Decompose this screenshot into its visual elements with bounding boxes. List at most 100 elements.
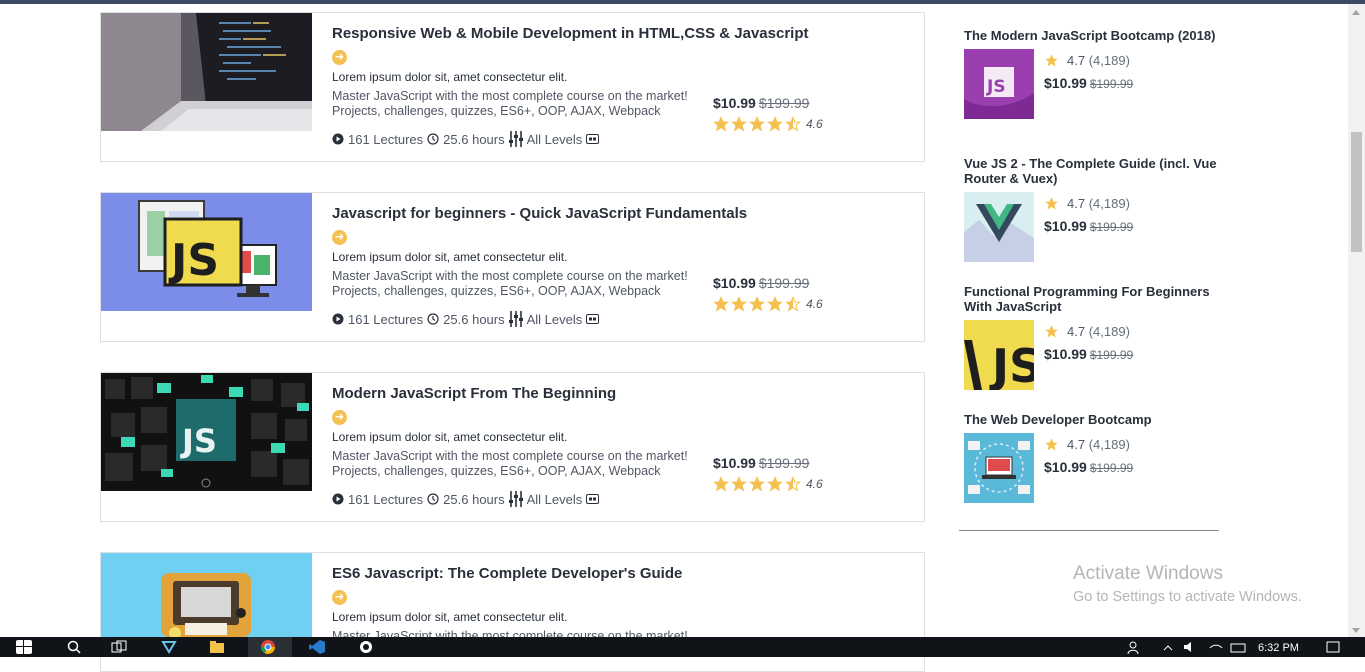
sidebar-course[interactable]: The Web Developer Bootcamp 4.7 (4,189) $… [964, 412, 1224, 503]
app-icon[interactable] [358, 640, 374, 654]
current-price: $10.99 [1044, 459, 1087, 475]
course-hours: 25.6 hours [443, 131, 505, 147]
sidebar-course[interactable]: The Modern JavaScript Bootcamp (2018) JS… [964, 28, 1224, 119]
play-circle-icon [332, 493, 344, 505]
star-icon [767, 296, 783, 312]
course-title[interactable]: ES6 Javascript: The Complete Developer's… [332, 565, 682, 582]
course-thumbnail[interactable] [101, 13, 312, 131]
windows-start-icon[interactable] [16, 640, 32, 654]
arrow-right-icon[interactable]: ➜ [332, 410, 347, 425]
closed-captions-icon [586, 314, 600, 324]
course-title[interactable]: Responsive Web & Mobile Development in H… [332, 25, 809, 42]
scroll-up-arrow-icon[interactable] [1352, 10, 1360, 15]
original-price: $199.99 [758, 95, 810, 111]
chevron-up-icon[interactable] [1160, 640, 1176, 654]
course-card[interactable]: Responsive Web & Mobile Development in H… [100, 12, 925, 162]
course-thumbnail[interactable]: JS [101, 193, 312, 311]
people-icon[interactable] [1125, 640, 1141, 654]
sidebar-course-thumbnail[interactable]: JS [964, 320, 1034, 390]
watermark-title: Activate Windows [1073, 563, 1223, 584]
notifications-icon[interactable] [1325, 640, 1341, 654]
arrow-right-icon[interactable]: ➜ [332, 50, 347, 65]
search-icon[interactable] [66, 640, 82, 654]
clock-icon [427, 493, 439, 505]
star-icon [713, 476, 729, 492]
volume-icon[interactable] [1182, 640, 1198, 654]
course-meta: 161 Lectures 25.6 hours All Levels [332, 491, 600, 507]
current-price: $10.99 [1044, 346, 1087, 362]
star-icon [713, 116, 729, 132]
sidebar-course[interactable]: Functional Programming For Beginners Wit… [964, 284, 1224, 390]
rating-value: 4.6 [806, 297, 823, 311]
star-icon [767, 476, 783, 492]
lectures-count: 161 Lectures [348, 311, 424, 327]
star-icon [713, 296, 729, 312]
course-meta: 161 Lectures 25.6 hours All Levels [332, 131, 600, 147]
course-price: $10.99 $199.99 [713, 275, 809, 293]
sidebar-course-title[interactable]: The Web Developer Bootcamp [964, 412, 1224, 427]
network-icon[interactable] [1208, 640, 1224, 654]
thumb-js-text: JS [989, 339, 1034, 390]
course-thumbnail[interactable]: JS [101, 373, 312, 491]
task-view-icon[interactable] [111, 640, 127, 654]
course-hours: 25.6 hours [443, 491, 505, 507]
original-price: $199.99 [1089, 77, 1134, 91]
course-description: Master JavaScript with the most complete… [332, 449, 712, 479]
star-icon [731, 116, 747, 132]
arrow-right-icon[interactable]: ➜ [332, 590, 347, 605]
watermark-subtitle: Go to Settings to activate Windows. [1073, 589, 1302, 605]
course-subtitle: Lorem ipsum dolor sit, amet consectetur … [332, 430, 568, 444]
sidebar-course-thumbnail[interactable] [964, 433, 1034, 503]
star-icon [1045, 438, 1058, 451]
sidebar-course-title[interactable]: The Modern JavaScript Bootcamp (2018) [964, 28, 1224, 43]
chrome-icon[interactable] [260, 640, 276, 654]
file-explorer-icon[interactable] [209, 640, 225, 654]
star-icon [1045, 54, 1058, 67]
sidebar-rating-value: 4.7 [1067, 437, 1086, 452]
course-title[interactable]: Modern JavaScript From The Beginning [332, 385, 616, 402]
vscode-icon[interactable] [309, 640, 325, 654]
star-icon [731, 296, 747, 312]
course-description-line: Master JavaScript with the most complete… [332, 449, 688, 463]
course-description-line: Master JavaScript with the most complete… [332, 269, 688, 283]
sidebar-rating-count: (4,189) [1088, 324, 1130, 339]
sidebar-rating: 4.7 (4,189) [1044, 53, 1130, 68]
clock-icon [427, 133, 439, 145]
course-title[interactable]: Javascript for beginners - Quick JavaScr… [332, 205, 747, 222]
visual-studio-icon[interactable] [161, 640, 177, 654]
sidebar-course-thumbnail[interactable]: JS [964, 49, 1034, 119]
star-half-icon [785, 476, 801, 492]
rating-value: 4.6 [806, 477, 823, 491]
sidebar-course-title[interactable]: Vue JS 2 - The Complete Guide (incl. Vue… [964, 156, 1224, 186]
sidebar-rating: 4.7 (4,189) [1044, 196, 1130, 211]
sidebar-price: $10.99 $199.99 [1044, 75, 1133, 93]
original-price: $199.99 [1089, 220, 1134, 234]
arrow-right-icon[interactable]: ➜ [332, 230, 347, 245]
sidebar-rating-value: 4.7 [1067, 196, 1086, 211]
scroll-down-arrow-icon[interactable] [1352, 628, 1360, 633]
sliders-icon [508, 311, 523, 327]
taskbar-clock[interactable]: 6:32 PM [1258, 642, 1299, 654]
sidebar-course[interactable]: Vue JS 2 - The Complete Guide (incl. Vue… [964, 156, 1224, 262]
original-price: $199.99 [758, 275, 810, 291]
course-hours: 25.6 hours [443, 311, 505, 327]
thumb-js-text: JS [180, 422, 217, 460]
star-rating: 4.6 [713, 116, 823, 132]
current-price: $10.99 [713, 95, 756, 111]
thumb-js-text: JS [986, 77, 1006, 97]
vertical-scrollbar[interactable] [1348, 4, 1365, 637]
sidebar-price: $10.99 $199.99 [1044, 346, 1133, 364]
sidebar-course-title[interactable]: Functional Programming For Beginners Wit… [964, 284, 1224, 314]
course-thumbnail[interactable] [101, 553, 312, 643]
sliders-icon [508, 131, 523, 147]
course-card[interactable]: JS Modern JavaScript From The Beginning … [100, 372, 925, 522]
star-icon [749, 476, 765, 492]
current-price: $10.99 [713, 455, 756, 471]
scrollbar-thumb[interactable] [1351, 132, 1362, 252]
keyboard-icon[interactable] [1230, 640, 1246, 654]
rating-value: 4.6 [806, 117, 823, 131]
course-card[interactable]: JS Javascript for beginners - Quick Java… [100, 192, 925, 342]
top-nav-bar-edge [0, 0, 1365, 4]
sidebar-course-thumbnail[interactable] [964, 192, 1034, 262]
original-price: $199.99 [1089, 348, 1134, 362]
